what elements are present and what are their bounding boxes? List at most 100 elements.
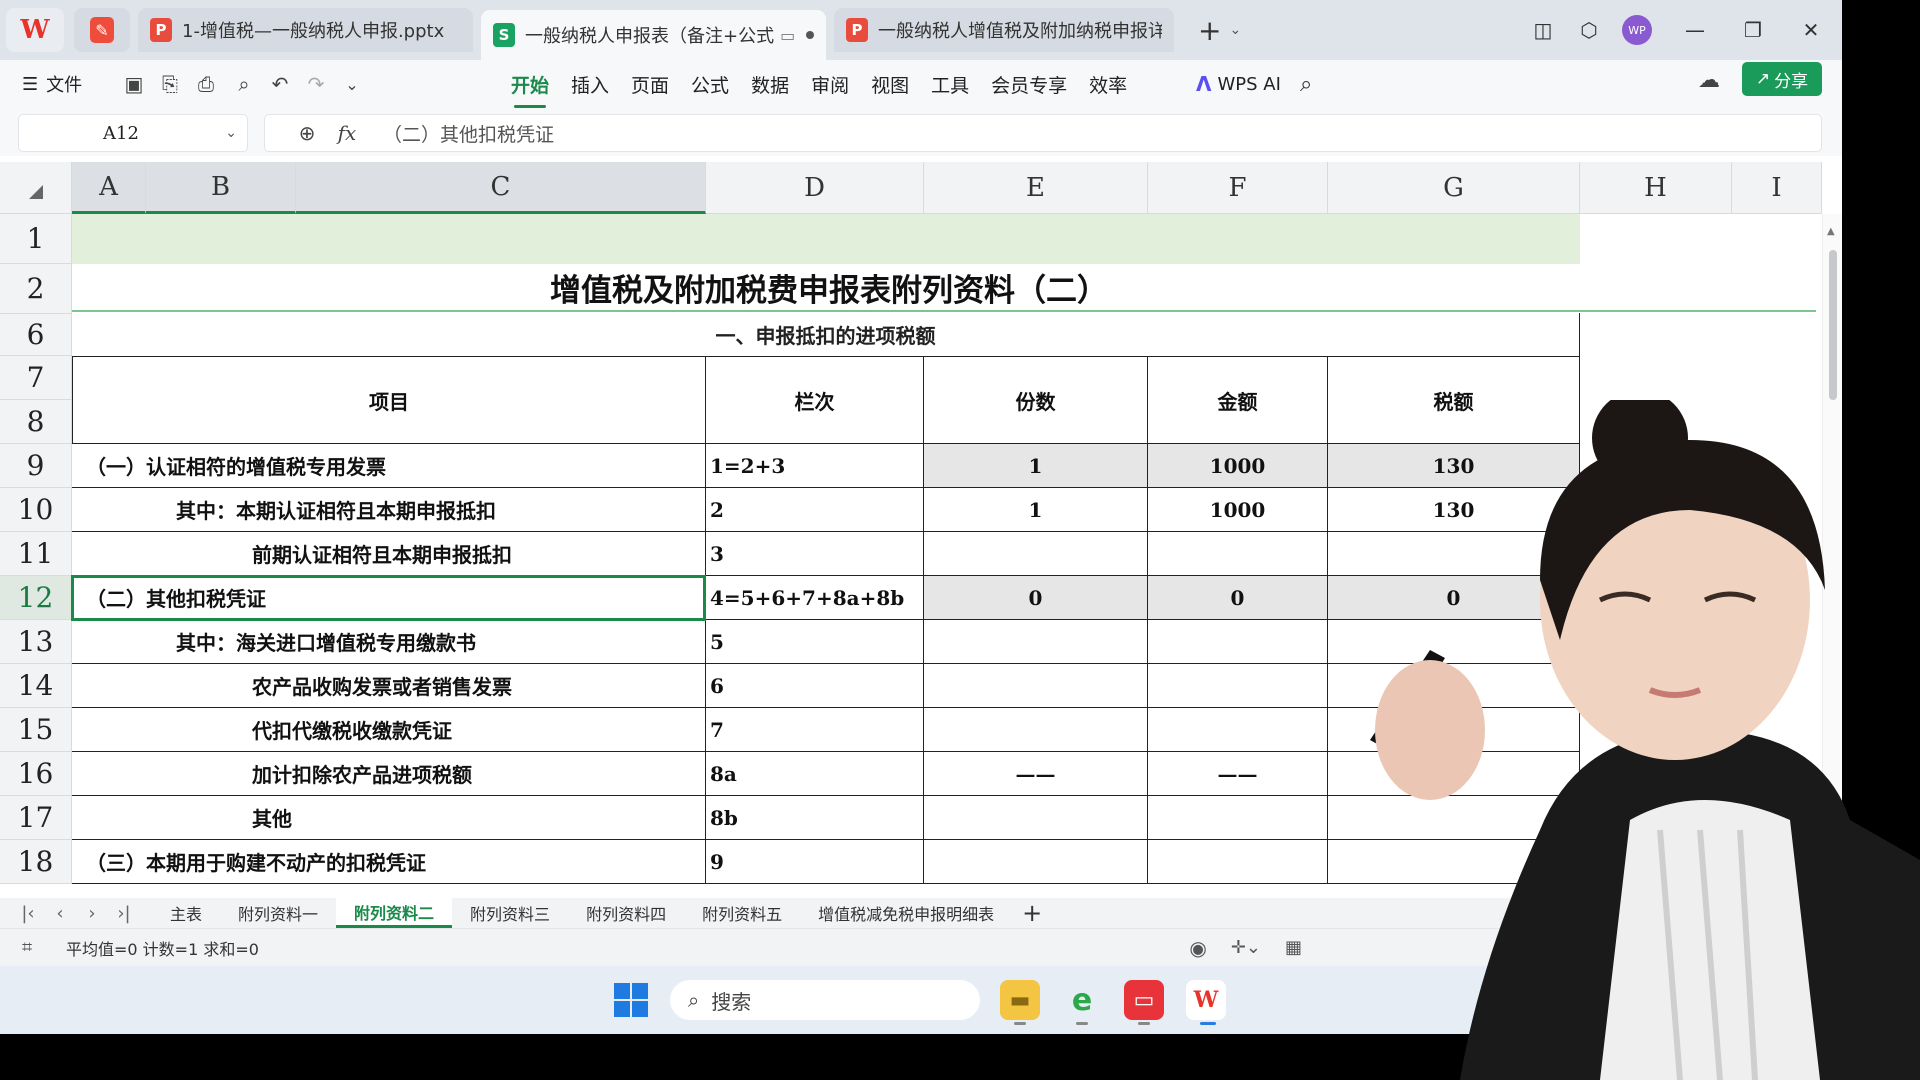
wps-taskbar-icon[interactable]: W (1186, 980, 1226, 1020)
name-box[interactable]: A12 ⌄ (18, 114, 248, 152)
formula-bar[interactable]: ⊕ fx （二）其他扣税凭证 (264, 114, 1822, 152)
tab-view[interactable]: 视图 (860, 66, 920, 102)
eye-icon[interactable]: ◉ (1189, 936, 1206, 960)
line-cell[interactable]: 2 (706, 488, 924, 532)
document-tab-active-sheet[interactable]: S 一般纳税人申报表（备注+公式 ▭ (481, 10, 826, 60)
line-cell[interactable]: 8a (706, 752, 924, 796)
sheet-tab[interactable]: 附列资料四 (568, 898, 684, 928)
amount-cell[interactable]: 1000 (1148, 488, 1328, 532)
column-header-h[interactable]: H (1580, 162, 1732, 214)
count-cell[interactable] (924, 796, 1148, 840)
count-cell[interactable] (924, 532, 1148, 576)
item-cell[interactable]: 其他 (72, 796, 706, 840)
taskbar-search[interactable]: ⌕ 搜索 (670, 980, 980, 1020)
new-tab-plus-icon[interactable]: + (1198, 14, 1221, 47)
layout-panel-icon[interactable]: ◫ (1520, 0, 1566, 60)
browser-icon[interactable]: e (1062, 980, 1102, 1020)
chevron-down-icon[interactable]: ⌄ (1229, 22, 1241, 38)
row-header[interactable]: 6 (0, 314, 72, 356)
row-header[interactable]: 11 (0, 532, 72, 576)
row-header[interactable]: 10 (0, 488, 72, 532)
unsaved-dot-icon[interactable] (806, 31, 814, 39)
tab-review[interactable]: 审阅 (800, 66, 860, 102)
pdf-app-button[interactable]: ✎ (74, 8, 130, 52)
line-cell[interactable]: 9 (706, 840, 924, 884)
wps-home-button[interactable]: W (6, 8, 64, 52)
print-icon[interactable]: ⎙ (190, 68, 222, 100)
tab-insert[interactable]: 插入 (560, 66, 620, 102)
row-header[interactable]: 1 (0, 214, 72, 264)
undo-icon[interactable]: ↶ (264, 68, 296, 100)
amount-cell[interactable] (1148, 620, 1328, 664)
tab-page[interactable]: 页面 (620, 66, 680, 102)
first-sheet-icon[interactable]: |‹ (12, 903, 44, 924)
row-header[interactable]: 15 (0, 708, 72, 752)
export-icon[interactable]: ⎘ (154, 68, 186, 100)
item-cell[interactable]: 加计扣除农产品进项税额 (72, 752, 706, 796)
tab-tools[interactable]: 工具 (920, 66, 980, 102)
count-cell[interactable] (924, 620, 1148, 664)
amount-cell[interactable] (1148, 796, 1328, 840)
line-cell[interactable]: 5 (706, 620, 924, 664)
count-cell[interactable] (924, 708, 1148, 752)
line-cell[interactable]: 8b (706, 796, 924, 840)
section-heading[interactable]: 一、申报抵扣的进项税额 (72, 313, 1580, 357)
row-header[interactable]: 17 (0, 796, 72, 840)
count-cell[interactable]: 1 (924, 444, 1148, 488)
amount-cell[interactable] (1148, 840, 1328, 884)
amount-cell[interactable] (1148, 708, 1328, 752)
macro-icon[interactable]: ⌗ (22, 937, 52, 958)
item-cell[interactable]: 代扣代缴税收缴款凭证 (72, 708, 706, 752)
row-header[interactable]: 13 (0, 620, 72, 664)
minimize-icon[interactable]: — (1672, 0, 1718, 60)
formula-value[interactable]: （二）其他扣税凭证 (383, 120, 554, 147)
scroll-up-icon[interactable]: ▲ (1827, 226, 1835, 237)
row-header[interactable]: 9 (0, 444, 72, 488)
count-cell[interactable]: 0 (924, 576, 1148, 620)
file-explorer-icon[interactable]: ▬ (1000, 980, 1040, 1020)
row-header[interactable]: 2 (0, 264, 72, 314)
redo-icon[interactable]: ↷ (300, 68, 332, 100)
scrollbar-thumb[interactable] (1829, 250, 1837, 400)
amount-cell[interactable]: 1000 (1148, 444, 1328, 488)
header-count[interactable]: 份数 (924, 357, 1148, 444)
header-item[interactable]: 项目 (72, 357, 706, 444)
sheet-tab-active[interactable]: 附列资料二 (336, 898, 453, 928)
line-cell[interactable]: 3 (706, 532, 924, 576)
row-header[interactable]: 14 (0, 664, 72, 708)
amount-cell[interactable] (1148, 532, 1328, 576)
share-button[interactable]: ↗ 分享 (1742, 62, 1822, 96)
item-cell[interactable]: 农产品收购发票或者销售发票 (72, 664, 706, 708)
sheet-tab[interactable]: 附列资料五 (684, 898, 800, 928)
chevron-down-icon[interactable]: ⌄ (225, 125, 237, 141)
chevron-down-icon[interactable]: ⌄ (336, 68, 368, 100)
tab-formula[interactable]: 公式 (680, 66, 740, 102)
cube-icon[interactable]: ⬡ (1566, 0, 1612, 60)
column-header-e[interactable]: E (924, 162, 1148, 214)
file-menu-button[interactable]: ☰ 文件 (22, 66, 82, 102)
cloud-sync-icon[interactable]: ☁ (1698, 68, 1720, 93)
row-header[interactable]: 8 (0, 400, 72, 444)
tab-member[interactable]: 会员专享 (980, 66, 1078, 102)
add-sheet-icon[interactable]: + (1022, 899, 1042, 927)
tab-efficiency[interactable]: 效率 (1078, 66, 1138, 102)
item-cell[interactable]: 其中：本期认证相符且本期申报抵扣 (72, 488, 706, 532)
sheet-title[interactable]: 增值税及附加税费申报表附列资料（二） (72, 264, 1816, 312)
amount-cell[interactable]: 0 (1148, 576, 1328, 620)
zoom-icon[interactable]: ⊕ (287, 121, 327, 145)
sheet-tab[interactable]: 附列资料三 (452, 898, 568, 928)
line-cell[interactable]: 6 (706, 664, 924, 708)
highlighted-row-band[interactable] (72, 214, 1580, 264)
column-header-i[interactable]: I (1732, 162, 1822, 214)
last-sheet-icon[interactable]: ›| (108, 903, 140, 924)
tab-home[interactable]: 开始 (500, 66, 560, 108)
restore-icon[interactable]: ❐ (1730, 0, 1776, 60)
item-cell[interactable]: 其中：海关进口增值税专用缴款书 (72, 620, 706, 664)
print-preview-icon[interactable]: ⌕ (228, 68, 260, 100)
item-cell[interactable]: 前期认证相符且本期申报抵扣 (72, 532, 706, 576)
line-cell[interactable]: 1=2+3 (706, 444, 924, 488)
row-header[interactable]: 18 (0, 840, 72, 884)
row-header[interactable]: 7 (0, 356, 72, 400)
amount-cell[interactable]: —— (1148, 752, 1328, 796)
column-header-g[interactable]: G (1328, 162, 1580, 214)
